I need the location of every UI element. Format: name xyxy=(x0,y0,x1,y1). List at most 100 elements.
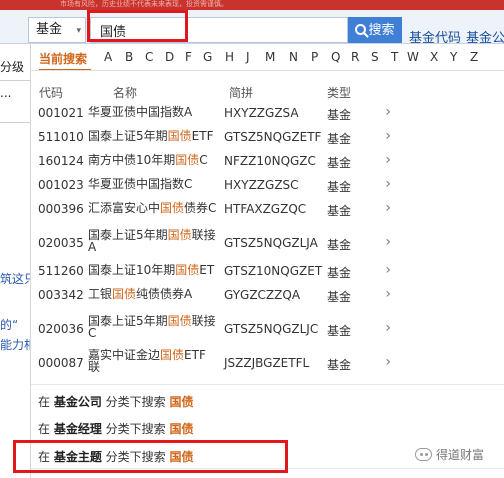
result-name-highlight: 国债 xyxy=(160,201,185,215)
result-type: 基金 xyxy=(327,238,352,252)
result-code: 020035 xyxy=(38,236,84,250)
result-name: 汇添富安心中国债债券C xyxy=(88,202,216,214)
chevron-right-icon: › xyxy=(385,286,391,302)
result-pinyin: GTSZ5NQGZETF xyxy=(224,130,322,144)
result-type: 基金 xyxy=(327,358,352,372)
letter-nav-item[interactable]: T xyxy=(391,50,398,64)
letter-nav-item[interactable]: C xyxy=(145,50,153,64)
category-prefix: 在 xyxy=(38,395,54,409)
category-keyword: 国债 xyxy=(169,395,194,409)
result-pinyin: HXYZZGZSC xyxy=(224,178,299,192)
result-type: 基金 xyxy=(327,266,352,280)
chevron-right-icon: › xyxy=(385,320,391,336)
search-button[interactable]: 搜索 xyxy=(348,17,402,43)
column-header-code: 代码 xyxy=(39,86,64,100)
letter-nav-item[interactable]: B xyxy=(125,50,133,64)
result-name-text: 债券C xyxy=(184,201,217,215)
letter-nav-item[interactable]: Q xyxy=(331,50,340,64)
current-search-tab[interactable]: 当前搜索 xyxy=(39,50,87,67)
result-name: 嘉实中证金边国债ETF 联 xyxy=(88,349,206,373)
letter-nav-item[interactable]: A xyxy=(104,50,112,64)
result-name-text: 国泰上证5年期 xyxy=(88,314,168,328)
result-name: 国泰上证5年期国债ETF xyxy=(88,130,213,142)
result-name-highlight: 国债 xyxy=(167,129,192,143)
risk-notice: 市场有风险，历史业绩不代表未来表现，投资需谨慎。 xyxy=(60,0,228,8)
divider xyxy=(31,70,504,71)
result-name: 国泰上证5年期国债联接 C xyxy=(88,315,216,339)
result-name-text: A xyxy=(88,240,97,254)
result-name-text: 国泰上证5年期 xyxy=(88,129,168,143)
result-name-highlight: 国债 xyxy=(175,153,200,167)
divider xyxy=(31,384,504,385)
letter-nav-item[interactable]: G xyxy=(203,50,212,64)
result-name-text: 南方中债10年期 xyxy=(88,153,176,167)
result-pinyin: GTSZ5NQGZLJA xyxy=(224,236,318,250)
result-name: 国泰上证10年期国债ET xyxy=(88,264,214,276)
column-header-pinyin: 简拼 xyxy=(229,86,254,100)
letter-nav-item[interactable]: S xyxy=(371,50,379,64)
result-name-text: 华夏亚债中国指数C xyxy=(88,177,193,191)
letter-nav-item[interactable]: H xyxy=(225,50,234,64)
chevron-right-icon: › xyxy=(385,128,391,144)
result-name: 国泰上证5年期国债联接 A xyxy=(88,229,216,253)
watermark: 得道财富 xyxy=(415,446,484,463)
result-code: 001023 xyxy=(38,178,84,192)
letter-nav-item[interactable]: D xyxy=(165,50,174,64)
search-suggestion-dropdown: 当前搜索 A B C D F G H J M N P Q R S T W X Y… xyxy=(30,44,504,478)
wechat-icon xyxy=(415,448,432,461)
result-code: 003342 xyxy=(38,288,84,302)
result-type: 基金 xyxy=(327,324,352,338)
search-button-label: 搜索 xyxy=(368,22,395,37)
letter-nav-item[interactable]: P xyxy=(311,50,318,64)
result-code: 511260 xyxy=(38,264,84,278)
result-pinyin: JSZZJBGZETFL xyxy=(224,356,310,370)
result-name-highlight: 国债 xyxy=(112,287,137,301)
result-name-text: C xyxy=(199,153,208,167)
chevron-right-icon: › xyxy=(385,234,391,250)
result-name: 华夏亚债中国指数A xyxy=(88,106,192,118)
column-header-type: 类型 xyxy=(327,86,352,100)
result-name: 工银国债纯债债券A xyxy=(88,288,192,300)
letter-nav-item[interactable]: Z xyxy=(470,50,478,64)
result-code: 020036 xyxy=(38,322,84,336)
chevron-right-icon: › xyxy=(385,262,391,278)
chevron-right-icon: › xyxy=(385,200,391,216)
background-link[interactable]: 的“ xyxy=(0,316,18,333)
divider xyxy=(0,122,30,123)
letter-nav-item[interactable]: F xyxy=(185,50,192,64)
result-pinyin: NFZZ10NQGZC xyxy=(224,154,316,168)
letter-nav-item[interactable]: R xyxy=(351,50,359,64)
result-code: 511010 xyxy=(38,130,84,144)
letter-nav-item[interactable]: N xyxy=(289,50,298,64)
result-name: 南方中债10年期国债C xyxy=(88,154,208,166)
letter-nav-item[interactable]: W xyxy=(407,50,419,64)
letter-nav: 当前搜索 A B C D F G H J M N P Q R S T W X Y… xyxy=(31,50,504,70)
result-name-highlight: 国债 xyxy=(160,348,185,362)
result-name-text: ETF xyxy=(191,129,214,143)
search-bar: 基金 ▾ 搜索 基金代码 基金公司 xyxy=(0,10,504,46)
letter-nav-item[interactable]: M xyxy=(265,50,275,64)
annotation-box-search-input xyxy=(87,10,188,42)
letter-nav-item[interactable]: J xyxy=(246,50,250,64)
result-code: 001021 xyxy=(38,106,84,120)
letter-nav-item[interactable]: X xyxy=(430,50,438,64)
result-name-highlight: 国债 xyxy=(167,228,192,242)
category-prefix: 在 xyxy=(38,422,54,436)
result-code: 000087 xyxy=(38,356,84,370)
category-search-fund-company[interactable]: 在 基金公司 分类下搜索 国债 xyxy=(38,393,194,410)
result-code: 000396 xyxy=(38,202,84,216)
annotation-box-theme-search xyxy=(13,440,288,473)
result-name-text: 汇添富安心中 xyxy=(88,201,161,215)
result-name-text: 华夏亚债中国指数A xyxy=(88,105,193,119)
category-middle: 分类下搜索 xyxy=(101,422,170,436)
result-pinyin: GTSZ5NQGZLJC xyxy=(224,322,319,336)
category-keyword: 国债 xyxy=(169,422,194,436)
result-pinyin: HXYZZGZSA xyxy=(224,106,299,120)
letter-nav-item[interactable]: Y xyxy=(450,50,457,64)
category-name: 基金公司 xyxy=(53,395,102,409)
category-search-fund-manager[interactable]: 在 基金经理 分类下搜索 国债 xyxy=(38,420,194,437)
result-type: 基金 xyxy=(327,180,352,194)
result-pinyin: GYGZCZZQA xyxy=(224,288,301,302)
background-text: ... xyxy=(0,86,12,100)
search-scope-select[interactable]: 基金 ▾ xyxy=(28,17,86,43)
